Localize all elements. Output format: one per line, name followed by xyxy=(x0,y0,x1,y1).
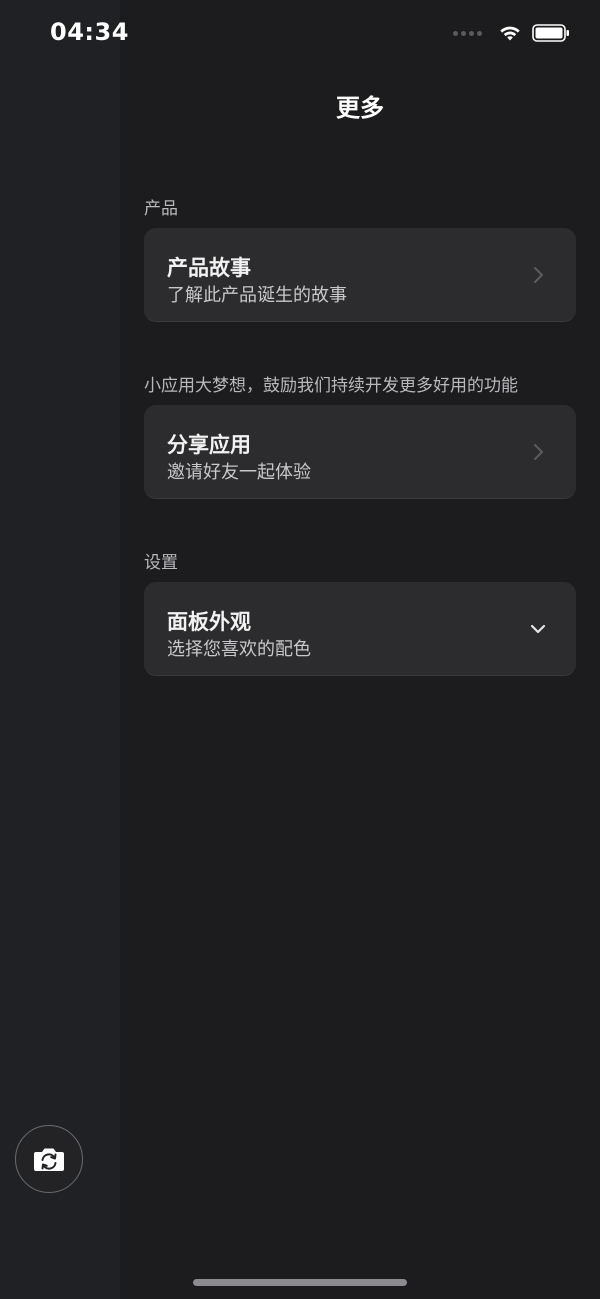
card-title: 面板外观 xyxy=(167,610,251,634)
product-story-card[interactable]: 产品故事 了解此产品诞生的故事 xyxy=(144,228,576,322)
status-indicators xyxy=(453,20,570,46)
camera-switch-button[interactable] xyxy=(15,1125,83,1193)
left-rail xyxy=(0,0,120,1299)
section-label-product: 产品 xyxy=(144,199,178,219)
chevron-down-icon[interactable] xyxy=(528,619,548,639)
chevron-right-icon xyxy=(534,444,543,460)
chevron-right-icon xyxy=(534,267,543,283)
home-indicator[interactable] xyxy=(193,1279,407,1286)
battery-icon xyxy=(532,24,569,42)
page-title: 更多 xyxy=(336,94,384,122)
camera-switch-icon xyxy=(34,1148,64,1171)
section-label-share: 小应用大梦想，鼓励我们持续开发更多好用的功能 xyxy=(144,376,518,396)
section-label-settings: 设置 xyxy=(144,553,178,573)
card-title: 分享应用 xyxy=(167,433,251,457)
cellular-signal-icon xyxy=(453,30,482,36)
share-app-card[interactable]: 分享应用 邀请好友一起体验 xyxy=(144,405,576,499)
card-subtitle: 选择您喜欢的配色 xyxy=(167,639,311,660)
panel-appearance-card[interactable]: 面板外观 选择您喜欢的配色 xyxy=(144,582,576,676)
wifi-icon xyxy=(500,26,520,41)
status-time: 04:34 xyxy=(50,18,129,46)
card-subtitle: 邀请好友一起体验 xyxy=(167,462,311,483)
card-title: 产品故事 xyxy=(167,256,251,280)
card-subtitle: 了解此产品诞生的故事 xyxy=(167,285,347,306)
